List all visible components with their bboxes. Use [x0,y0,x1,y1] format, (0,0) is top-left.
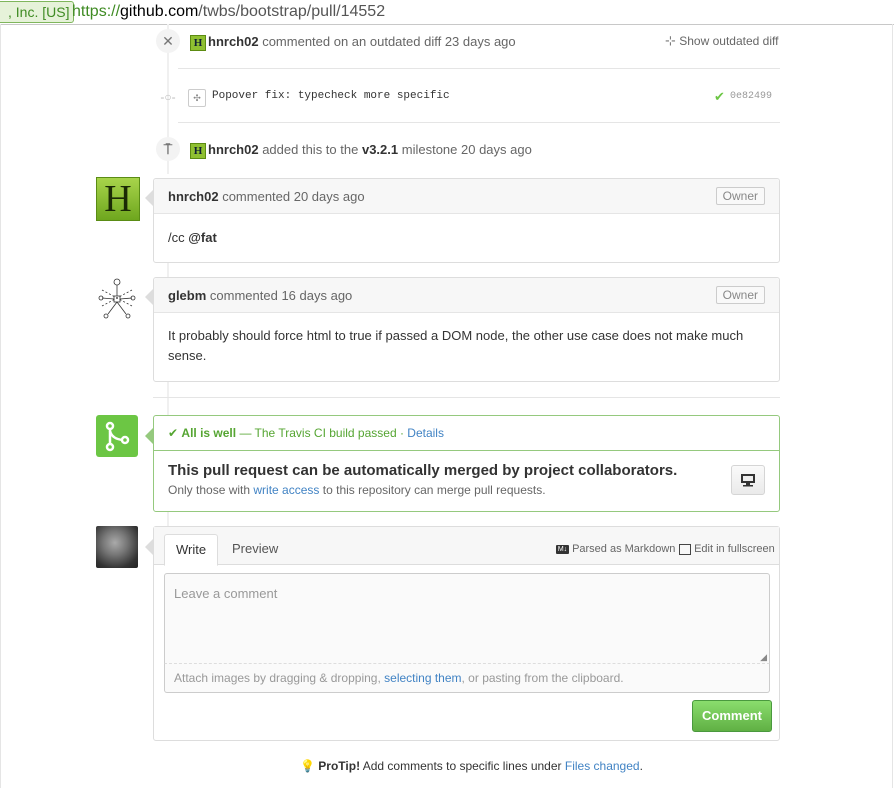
merge-caret [145,428,153,444]
fullscreen-link[interactable]: Edit in fullscreen [679,543,775,555]
event-text: milestone 20 days ago [401,142,532,157]
comment-body: It probably should force html to true if… [168,328,744,363]
desktop-icon [741,474,755,487]
write-access-link[interactable]: write access [253,483,319,497]
comment-caret [145,289,153,305]
divider [178,68,780,69]
event-text: commented on an outdated diff 23 days ag… [262,34,516,49]
merge-subtext-part: to this repository can merge pull reques… [322,483,546,497]
fullscreen-icon [679,543,691,555]
attach-text: , or pasting from the clipboard. [461,671,624,685]
markdown-label: Parsed as Markdown [572,543,676,555]
owner-badge: Owner [715,187,765,205]
event-user-link[interactable]: hnrch02 [208,34,259,49]
files-changed-link[interactable]: Files changed [565,759,640,773]
tab-preview[interactable]: Preview [221,534,289,564]
ci-status-text: — The Travis CI build passed · [239,426,404,440]
composer-caret [145,539,153,555]
ci-status-strong: All is well [181,426,237,440]
url-path: /twbs/bootstrap/pull/14552 [198,3,386,20]
committer-avatar[interactable]: ✣ [188,89,206,107]
markdown-icon: M↓ [556,544,569,554]
show-outdated-diff-label: Show outdated diff [679,34,779,48]
show-outdated-diff-button[interactable]: ⊹ Show outdated diff [665,33,778,49]
owner-badge: Owner [715,286,765,304]
fold-icon: ⊹ [665,33,676,48]
divider [178,122,780,123]
event-user-link[interactable]: hnrch02 [208,142,259,157]
commit-sha-link[interactable]: 0e82499 [730,91,772,102]
user-avatar-glebm[interactable] [96,276,138,322]
author-link[interactable]: glebm [168,288,206,303]
page-border-left [0,24,1,788]
url-scheme: https:// [72,3,121,20]
comment-author: glebm commented 16 days ago [168,288,352,303]
timeline-line [167,262,169,278]
merge-title: This pull request can be automatically m… [168,462,678,479]
user-avatar-hnrch02[interactable]: H [96,177,140,221]
comment-timestamp[interactable]: commented 16 days ago [210,288,352,303]
protip-text: Add comments to specific lines under [362,759,562,773]
comment-text: /cc [168,230,185,245]
avatar[interactable]: H [190,35,206,51]
lightbulb-icon: 💡 [300,759,315,773]
open-in-desktop-button[interactable] [731,465,765,495]
milestone-event: hnrch02 added this to the v3.2.1 milesto… [208,142,532,157]
current-user-avatar[interactable] [96,526,138,568]
protip-end: . [639,759,643,773]
comment-author: hnrch02 commented 20 days ago [168,189,365,204]
author-link[interactable]: hnrch02 [168,189,219,204]
comment-timestamp[interactable]: commented 20 days ago [222,189,364,204]
comment-header: glebm commented 16 days ago Owner [154,278,779,313]
commit-icon: -○- [160,90,176,104]
merge-subtext: Only those with write access to this rep… [168,483,546,497]
comment-header: hnrch02 commented 20 days ago Owner [154,179,779,214]
commit-message-link[interactable]: Popover fix: typecheck more specific [212,90,450,102]
comment-box: hnrch02 commented 20 days ago Owner /cc … [153,178,780,263]
check-icon: ✔ [714,89,725,104]
attach-text: Attach images by dragging & dropping, [174,671,381,685]
merge-box: ✔ All is well — The Travis CI build pass… [153,415,780,512]
ci-status-bar: ✔ All is well — The Travis CI build pass… [154,416,779,451]
tab-write[interactable]: Write [164,534,219,566]
merge-glyph [105,421,130,452]
comment-composer: Write Preview M↓ Parsed as Markdown Edit… [153,526,780,741]
comment-body: /cc @fat [154,214,779,262]
markdown-help-link[interactable]: M↓ Parsed as Markdown [556,543,675,555]
attach-images-bar[interactable]: Attach images by dragging & dropping, se… [164,663,770,693]
ci-status: ✔ All is well — The Travis CI build pass… [168,426,444,440]
comment-placeholder: Leave a comment [174,586,278,601]
identicon-graphic [98,278,136,319]
ci-details-link[interactable]: Details [407,426,444,440]
comment-caret [145,190,153,206]
fullscreen-label: Edit in fullscreen [694,543,775,555]
select-files-link[interactable]: selecting them [384,671,461,685]
resize-handle[interactable]: ◢ [760,652,767,663]
user-mention-link[interactable]: @fat [188,230,217,245]
ev-certificate-badge[interactable]: , Inc. [US] [0,1,75,23]
milestone-link[interactable]: v3.2.1 [362,142,398,157]
comment-submit-button[interactable]: Comment [692,700,772,732]
avatar[interactable]: H [190,143,206,159]
url-host: github.com [120,3,199,20]
url-text[interactable]: https://github.com/twbs/bootstrap/pull/1… [72,2,385,22]
git-merge-icon [96,415,138,457]
check-icon: ✔ [168,426,179,440]
protip-label: ProTip! [318,759,361,773]
x-icon: ✕ [156,29,180,53]
composer-tabs: Write Preview M↓ Parsed as Markdown Edit… [154,527,779,566]
merge-subtext-part: Only those with [168,483,251,497]
page-border-right [892,24,893,788]
comment-box: glebm commented 16 days ago Owner It pro… [153,277,780,382]
event-text: added this to the [262,142,359,157]
address-bar[interactable]: , Inc. [US] https://github.com/twbs/boot… [0,0,894,25]
milestone-icon: ⍑ [156,137,180,161]
divider [153,397,780,398]
protip: 💡 ProTip! Add comments to specific lines… [300,759,643,773]
outdated-diff-event: hnrch02 commented on an outdated diff 23… [208,34,516,49]
